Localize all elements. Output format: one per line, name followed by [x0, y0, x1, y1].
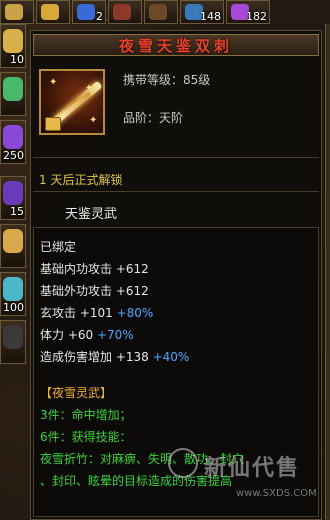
set-bonus-6: 6件：获得技能：: [40, 430, 132, 444]
item-icon-frame[interactable]: ✦ ✦ ✦: [39, 69, 105, 135]
item-title-bar: 夜雪天鉴双刺: [33, 34, 319, 56]
unlock-countdown: 1 天后正式解锁: [39, 173, 123, 187]
set-name: 【夜雪灵武】: [40, 386, 113, 400]
inventory-slot[interactable]: 15: [0, 176, 26, 220]
sparkle-icon: ✦: [89, 115, 98, 126]
watermark-logo-icon: [168, 448, 198, 478]
gem-icon: [77, 4, 95, 20]
divider: [33, 157, 319, 158]
crystal-icon: [3, 125, 23, 149]
item-grade: 品阶：天阶: [123, 111, 184, 125]
slot-count: 100: [3, 301, 24, 314]
slot-count: 250: [3, 149, 24, 162]
stat-line: 体力 +60 +70%: [40, 326, 134, 343]
item-subtitle: 天鉴灵武: [65, 207, 118, 222]
inventory-slot[interactable]: [0, 320, 26, 364]
carry-level: 携带等级：85级: [123, 73, 211, 87]
inventory-slot[interactable]: 100: [0, 272, 26, 316]
sparkle-icon: ✦: [85, 83, 94, 94]
slot-count: 182: [246, 10, 267, 23]
inventory-slot[interactable]: 182: [226, 0, 270, 24]
right-edge-frame: [325, 24, 330, 520]
inventory-slot[interactable]: 10: [0, 24, 26, 68]
coin-icon: [41, 4, 59, 20]
inventory-slot[interactable]: 250: [0, 120, 26, 164]
shard-icon: [3, 325, 23, 349]
crystal-icon: [3, 181, 23, 205]
set-bonus-3: 3件：命中增加；: [40, 408, 132, 422]
stat-bonus: +70%: [96, 328, 134, 342]
inventory-top-bar: 2 148 182: [0, 0, 330, 24]
bound-lock-icon: [45, 117, 61, 131]
slot-count: 10: [10, 53, 24, 66]
watermark-text: 新仙代售: [204, 455, 301, 481]
inventory-slot[interactable]: [144, 0, 178, 24]
stat-bonus: +80%: [116, 306, 154, 320]
stat-line: 基础内功攻击 +612: [40, 260, 149, 277]
inventory-slot[interactable]: [0, 0, 34, 24]
inventory-slot[interactable]: 148: [180, 0, 224, 24]
bag-icon: [149, 4, 167, 20]
leaf-icon: [3, 77, 23, 101]
stat-text: 基础外功攻击 +612: [40, 284, 149, 298]
slot-count: 2: [96, 10, 103, 23]
stat-text: 玄攻击 +101: [40, 306, 113, 320]
token-icon: [3, 29, 23, 53]
slot-count: 148: [200, 10, 221, 23]
stat-text: 造成伤害增加 +138: [40, 350, 149, 364]
stat-text: 基础内功攻击 +612: [40, 262, 149, 276]
item-name: 夜雪天鉴双刺: [118, 36, 233, 55]
sparkle-icon: ✦: [49, 77, 58, 88]
orb-icon: [113, 4, 131, 20]
inventory-slot[interactable]: [0, 224, 26, 268]
inventory-slot[interactable]: [0, 72, 26, 116]
stat-line: 造成伤害增加 +138 +40%: [40, 348, 189, 365]
stat-line: 玄攻击 +101 +80%: [40, 304, 153, 321]
item-tooltip: 夜雪天鉴双刺 ✦ ✦ ✦ 携带等级：85级 品阶：天阶 1 天后正式解锁 天鉴灵…: [30, 30, 322, 520]
bound-status: 已绑定: [40, 240, 77, 254]
inventory-slot[interactable]: [36, 0, 70, 24]
inventory-slot[interactable]: [108, 0, 142, 24]
stat-text: 体力 +60: [40, 328, 94, 342]
divider: [33, 191, 319, 192]
watermark: 新仙代售 www.SXDS.COM: [140, 448, 328, 516]
scroll-icon: [5, 4, 23, 20]
bead-icon: [3, 277, 23, 301]
stat-line: 基础外功攻击 +612: [40, 282, 149, 299]
slot-count: 15: [10, 205, 24, 218]
inventory-slot[interactable]: 2: [72, 0, 106, 24]
watermark-url: www.SXDS.COM: [236, 488, 317, 499]
stat-bonus: +40%: [152, 350, 190, 364]
lantern-icon: [3, 229, 23, 253]
